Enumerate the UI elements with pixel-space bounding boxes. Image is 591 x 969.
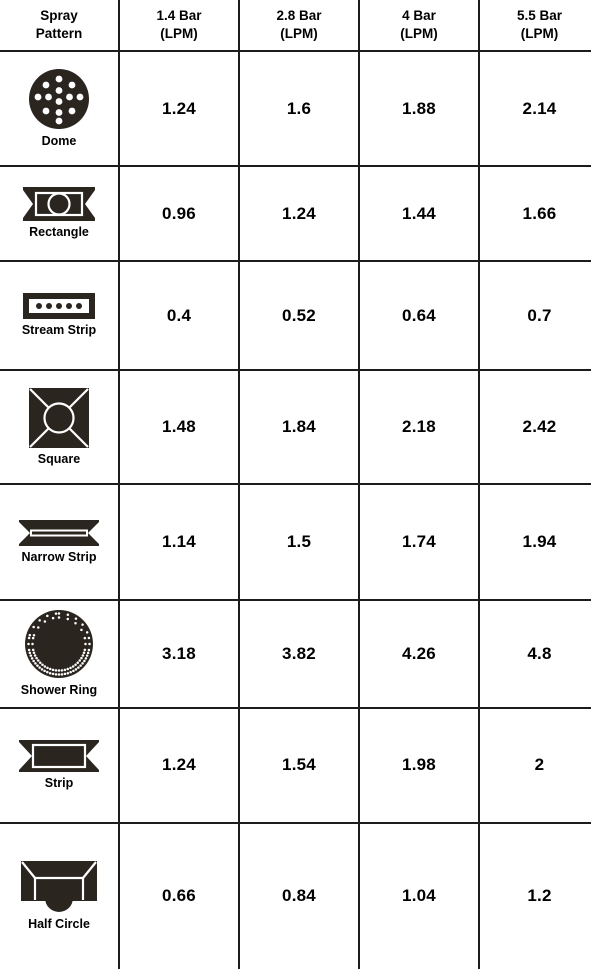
flow-value-bar-1-4: 1.48 (118, 370, 239, 486)
flow-value-bar-4: 0.64 (358, 261, 479, 372)
spray-pattern-flow-table: Spray Pattern 1.4 Bar (LPM) 2.8 Bar (LPM… (0, 0, 591, 969)
header-row: Spray Pattern 1.4 Bar (LPM) 2.8 Bar (LPM… (0, 0, 591, 52)
table-row: Strip 1.24 1.54 1.98 2 (0, 707, 591, 824)
flow-value-bar-5-5: 2.14 (478, 51, 591, 168)
pattern-cell: Narrow Strip (0, 484, 119, 601)
table-row: Dome 1.24 1.6 1.88 2.14 (0, 51, 591, 168)
shower-ring-icon (24, 609, 94, 679)
column-header-bar-5-5: 5.5 Bar (LPM) (478, 0, 591, 52)
flow-value-bar-2-8: 3.82 (238, 599, 359, 709)
pattern-cell: Strip (0, 707, 119, 824)
rectangle-icon (23, 187, 95, 222)
pattern-label: Shower Ring (20, 683, 98, 698)
half-circle-icon (21, 861, 97, 913)
column-header-bar-1-4-line1: 1.4 Bar (156, 7, 202, 23)
table-row: Square 1.48 1.84 2.18 2.42 (0, 370, 591, 486)
column-header-pattern-line1: Spray (40, 7, 78, 23)
flow-value-bar-2-8: 0.52 (238, 261, 359, 372)
flow-value-bar-1-4: 0.96 (118, 166, 239, 263)
column-header-bar-4-line2: (LPM) (400, 26, 438, 41)
flow-value-bar-1-4: 1.24 (118, 51, 239, 168)
column-header-bar-2-8-line1: 2.8 Bar (276, 7, 322, 23)
flow-value-bar-1-4: 3.18 (118, 599, 239, 709)
narrow-strip-icon (19, 519, 99, 546)
strip-icon (19, 739, 99, 772)
flow-value-bar-2-8: 1.24 (238, 166, 359, 263)
pattern-cell: Dome (0, 51, 119, 168)
flow-value-bar-2-8: 0.84 (238, 822, 359, 969)
flow-value-bar-4: 2.18 (358, 370, 479, 486)
pattern-label: Rectangle (29, 225, 89, 240)
flow-value-bar-4: 1.44 (358, 166, 479, 263)
flow-value-bar-5-5: 1.94 (478, 484, 591, 601)
flow-value-bar-5-5: 2 (478, 707, 591, 824)
column-header-bar-4: 4 Bar (LPM) (358, 0, 479, 52)
flow-value-bar-4: 4.26 (358, 599, 479, 709)
pattern-cell: Shower Ring (0, 599, 119, 709)
flow-value-bar-2-8: 1.84 (238, 370, 359, 486)
table-row: Stream Strip 0.4 0.52 0.64 0.7 (0, 261, 591, 372)
flow-value-bar-5-5: 4.8 (478, 599, 591, 709)
column-header-bar-1-4: 1.4 Bar (LPM) (118, 0, 239, 52)
column-header-bar-5-5-line2: (LPM) (520, 26, 559, 41)
flow-value-bar-4: 1.98 (358, 707, 479, 824)
table-body: Dome 1.24 1.6 1.88 2.14 Rectangle 0.96 1… (0, 51, 591, 969)
table-row: Rectangle 0.96 1.24 1.44 1.66 (0, 166, 591, 263)
pattern-cell: Rectangle (0, 166, 119, 263)
column-header-bar-2-8-line2: (LPM) (280, 26, 318, 41)
flow-value-bar-1-4: 1.14 (118, 484, 239, 601)
flow-value-bar-5-5: 1.66 (478, 166, 591, 263)
table-header: Spray Pattern 1.4 Bar (LPM) 2.8 Bar (LPM… (0, 0, 591, 52)
flow-value-bar-5-5: 1.2 (478, 822, 591, 969)
column-header-pattern-line2: Pattern (35, 26, 83, 41)
table-row: Half Circle 0.66 0.84 1.04 1.2 (0, 822, 591, 969)
flow-value-bar-5-5: 0.7 (478, 261, 591, 372)
dome-icon (28, 68, 90, 130)
flow-value-bar-4: 1.88 (358, 51, 479, 168)
pattern-cell: Half Circle (0, 823, 119, 969)
pattern-label: Square (37, 452, 81, 466)
pattern-label: Strip (44, 775, 74, 790)
stream-strip-icon (23, 293, 95, 320)
flow-value-bar-1-4: 1.24 (118, 707, 239, 824)
flow-value-bar-1-4: 0.66 (118, 822, 239, 969)
flow-value-bar-2-8: 1.54 (238, 707, 359, 824)
column-header-bar-1-4-line2: (LPM) (160, 26, 198, 41)
table-row: Narrow Strip 1.14 1.5 1.74 1.94 (0, 484, 591, 601)
column-header-bar-5-5-line1: 5.5 Bar (516, 7, 563, 23)
flow-value-bar-4: 1.04 (358, 822, 479, 969)
flow-value-bar-2-8: 1.6 (238, 51, 359, 168)
flow-value-bar-1-4: 0.4 (118, 261, 239, 372)
square-icon (29, 388, 89, 448)
flow-value-bar-2-8: 1.5 (238, 484, 359, 601)
flow-value-bar-5-5: 2.42 (478, 370, 591, 486)
pattern-cell: Square (0, 370, 119, 486)
column-header-bar-2-8: 2.8 Bar (LPM) (238, 0, 359, 52)
column-header-bar-4-line1: 4 Bar (402, 7, 436, 23)
pattern-label: Dome (41, 134, 77, 149)
column-header-pattern: Spray Pattern (0, 0, 119, 52)
pattern-label: Half Circle (28, 917, 90, 932)
pattern-label: Stream Strip (21, 323, 97, 338)
flow-value-bar-4: 1.74 (358, 484, 479, 601)
pattern-label: Narrow Strip (21, 549, 97, 564)
pattern-cell: Stream Strip (0, 261, 119, 372)
table-row: Shower Ring 3.18 3.82 4.26 4.8 (0, 599, 591, 709)
